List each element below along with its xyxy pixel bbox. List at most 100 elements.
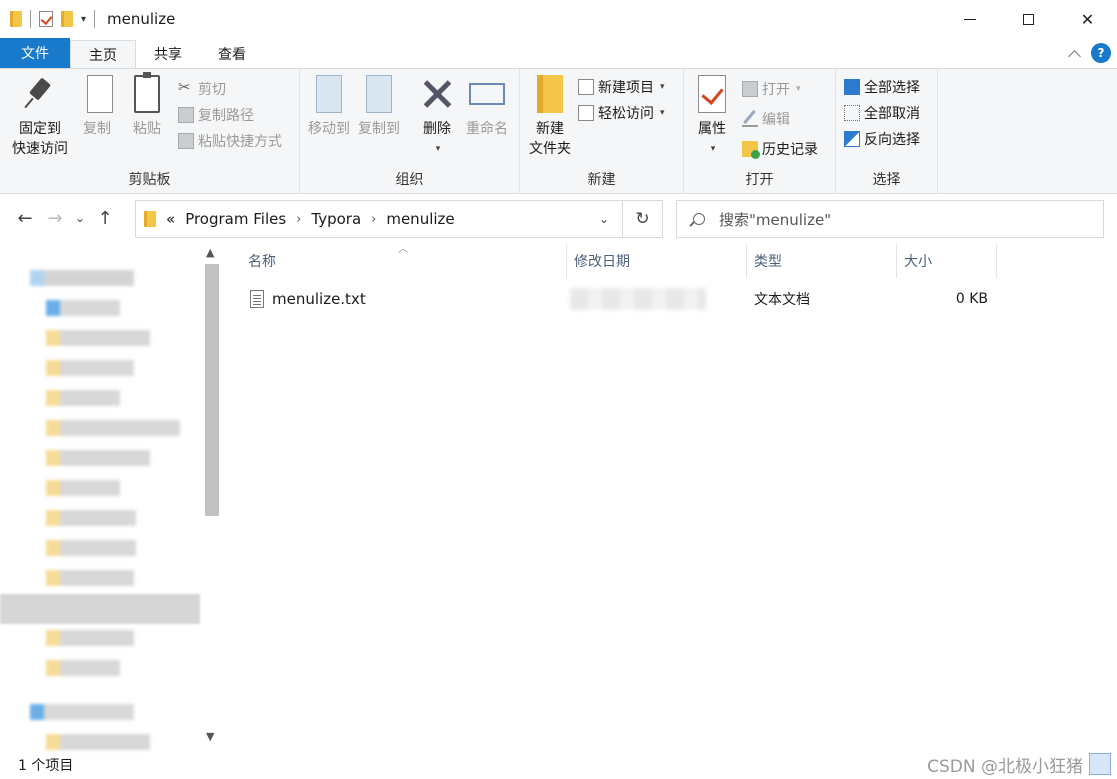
collapse-ribbon-icon[interactable] [1068, 49, 1081, 63]
new-item-icon [578, 79, 594, 95]
view-toggle [1089, 753, 1111, 775]
navigation-pane[interactable]: ▲ ▼ [0, 242, 224, 750]
new-folder-button[interactable]: 新建 文件夹 [526, 75, 574, 159]
tab-home[interactable]: 主页 [70, 40, 136, 68]
nav-scrollbar[interactable]: ▲ ▼ [202, 242, 222, 750]
search-icon [693, 213, 705, 225]
maximize-button[interactable] [999, 0, 1058, 38]
select-none-button[interactable]: 全部取消 [844, 101, 920, 125]
copy-path-icon [178, 107, 194, 123]
nav-item[interactable] [46, 330, 150, 348]
rename-label: 重命名 [466, 121, 508, 137]
column-header-type[interactable]: 类型 [754, 242, 894, 280]
scroll-down-icon[interactable]: ▼ [206, 730, 214, 743]
breadcrumb-typora[interactable]: Typora [311, 210, 361, 228]
nav-item[interactable] [46, 540, 136, 558]
open-button[interactable]: 打开 ▾ [742, 77, 801, 101]
chevron-right-icon[interactable]: › [296, 212, 301, 227]
nav-item[interactable] [46, 660, 120, 678]
minimize-button[interactable] [940, 0, 999, 38]
chevron-right-icon[interactable]: › [371, 212, 376, 227]
properties-button[interactable]: 属性 ▾ [692, 75, 732, 159]
edit-icon [742, 111, 758, 127]
delete-dropdown-icon[interactable]: ▾ [436, 139, 441, 159]
nav-item[interactable] [46, 480, 120, 498]
nav-item[interactable] [30, 704, 134, 722]
copy-to-button[interactable]: 复制到 [356, 75, 402, 139]
move-to-button[interactable]: 移动到 [306, 75, 352, 139]
tab-file[interactable]: 文件 [0, 38, 70, 68]
refresh-icon[interactable]: ↻ [622, 201, 662, 237]
cut-button[interactable]: 剪切 [178, 77, 226, 101]
new-group-label: 新建 [587, 172, 616, 188]
breadcrumb-program-files[interactable]: Program Files [185, 210, 286, 228]
select-none-label: 全部取消 [864, 106, 920, 122]
edit-button[interactable]: 编辑 [742, 107, 790, 131]
scrollbar-thumb[interactable] [205, 264, 219, 516]
nav-item[interactable] [46, 360, 134, 378]
column-divider[interactable] [566, 244, 567, 278]
close-button[interactable]: ✕ [1058, 0, 1117, 38]
column-divider[interactable] [746, 244, 747, 278]
pin-quick-access-button[interactable]: 固定到 快速访问 [8, 75, 72, 159]
paste-label: 粘贴 [133, 121, 161, 137]
history-button[interactable]: 历史记录 [742, 137, 818, 161]
nav-item[interactable] [46, 390, 120, 408]
tab-view[interactable]: 查看 [200, 40, 264, 68]
easy-access-button[interactable]: 轻松访问 ▾ [578, 101, 665, 125]
column-divider[interactable] [896, 244, 897, 278]
paste-shortcut-button[interactable]: 粘贴快捷方式 [178, 129, 282, 153]
column-header-modified[interactable]: 修改日期 [574, 242, 744, 280]
nav-item[interactable] [30, 270, 134, 288]
address-dropdown-icon[interactable]: ⌄ [586, 212, 622, 226]
scroll-up-icon[interactable]: ▲ [206, 246, 214, 259]
nav-item[interactable] [46, 630, 134, 648]
properties-icon[interactable] [39, 11, 53, 27]
file-size-cell: 0 KB [926, 286, 988, 312]
help-icon[interactable]: ? [1091, 43, 1111, 63]
nav-item[interactable] [46, 420, 180, 438]
select-all-button[interactable]: 全部选择 [844, 75, 920, 99]
file-name-cell: menulize.txt [250, 286, 366, 312]
breadcrumb-menulize[interactable]: menulize [386, 210, 454, 228]
divider [94, 10, 96, 28]
customize-dropdown-icon[interactable]: ▾ [81, 14, 86, 25]
up-arrow-icon[interactable]: ↑ [90, 208, 120, 229]
table-row[interactable]: menulize.txt 文本文档 0 KB [250, 286, 1010, 312]
nav-item[interactable] [46, 510, 136, 528]
copy-button[interactable]: 复制 [78, 75, 116, 139]
nav-item[interactable] [46, 300, 120, 318]
new-item-button[interactable]: 新建项目 ▾ [578, 75, 665, 99]
details-view-icon[interactable] [1089, 753, 1111, 775]
back-arrow-icon[interactable]: ← [10, 208, 40, 229]
invert-selection-button[interactable]: 反向选择 [844, 127, 920, 151]
organize-group: 移动到 复制到 删除 ▾ 重命名 组织 [300, 69, 520, 193]
scissors-icon [178, 78, 194, 97]
pin-label-line2: 快速访问 [12, 141, 68, 157]
new-folder-icon[interactable] [61, 11, 73, 27]
nav-item[interactable] [46, 450, 150, 468]
clipboard-group: 固定到 快速访问 复制 粘贴 剪切 复制路径 粘贴快捷方式 [0, 69, 300, 193]
nav-item[interactable] [46, 570, 134, 588]
forward-arrow-icon[interactable]: → [40, 208, 70, 229]
recent-locations-chevron-icon[interactable]: ⌄ [70, 211, 90, 225]
paste-button[interactable]: 粘贴 [128, 72, 166, 139]
rename-button[interactable]: 重命名 [462, 75, 512, 139]
file-modified-cell [570, 286, 706, 312]
file-type: 文本文档 [754, 292, 810, 308]
delete-button[interactable]: 删除 ▾ [418, 75, 456, 159]
column-name-label: 名称 [248, 254, 276, 270]
search-box[interactable]: 搜索"menulize" [676, 200, 1104, 238]
properties-dropdown-icon[interactable]: ▾ [711, 139, 716, 159]
column-header-name[interactable]: 名称 [248, 242, 564, 280]
tab-share[interactable]: 共享 [136, 40, 200, 68]
open-group: 属性 ▾ 打开 ▾ 编辑 历史记录 打开 [684, 69, 836, 193]
address-bar[interactable]: « Program Files › Typora › menulize ⌄ ↻ [135, 200, 663, 238]
selected-nav-item[interactable] [0, 594, 200, 624]
file-type-cell: 文本文档 [754, 286, 810, 312]
copy-path-button[interactable]: 复制路径 [178, 103, 254, 127]
open-icon [742, 81, 758, 97]
breadcrumb-overflow[interactable]: « [166, 210, 175, 228]
column-divider[interactable] [996, 244, 997, 278]
column-header-size[interactable]: 大小 [904, 242, 996, 280]
